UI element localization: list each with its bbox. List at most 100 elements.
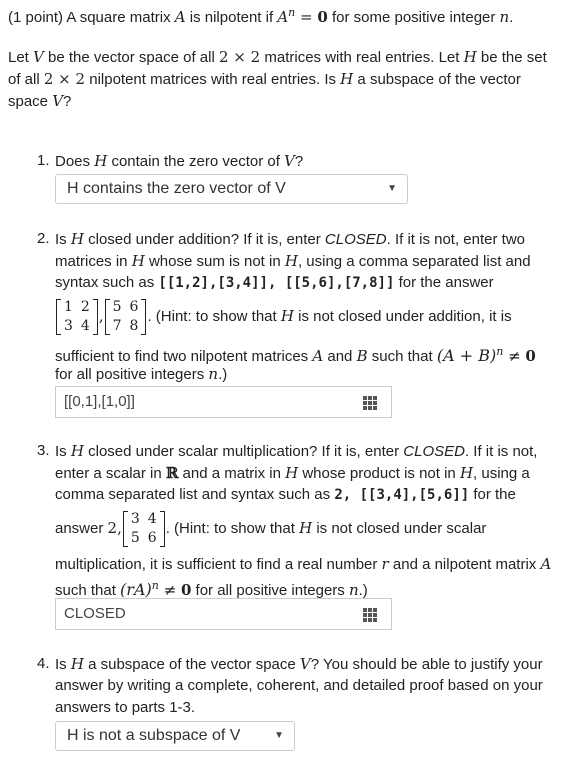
q3-line-5: multiplication, it is sufficient to find… bbox=[55, 553, 551, 576]
dropdown-arrow-icon: ▼ bbox=[387, 183, 397, 194]
q1-text: Does H contain the zero vector of V? bbox=[55, 150, 303, 173]
q3-line-2: enter a scalar in ℝ and a matrix in H wh… bbox=[55, 462, 530, 485]
q3-text: such that bbox=[55, 582, 121, 599]
math-V: V bbox=[33, 48, 44, 66]
q4-line-1: Is H a subspace of the vector space V? Y… bbox=[55, 653, 543, 676]
math-A: A bbox=[174, 8, 186, 26]
q3-number: 3. bbox=[37, 442, 50, 459]
math-A: A bbox=[312, 347, 324, 365]
equation-editor-icon[interactable] bbox=[363, 396, 377, 410]
q3-text: answer bbox=[55, 520, 108, 537]
q2-text: for all positive integers bbox=[55, 366, 209, 383]
q3-text: closed under scalar multiplication? If i… bbox=[83, 443, 404, 460]
math-eq: = bbox=[295, 8, 318, 26]
example-matrix: 3456 bbox=[122, 510, 165, 548]
math-expression: (rA) bbox=[120, 580, 152, 599]
problem-intro: (1 point) A square matrix A is nilpotent… bbox=[8, 2, 513, 29]
setup-text: a subspace of the vector bbox=[353, 71, 521, 88]
q2-text: Is bbox=[55, 231, 71, 248]
q2-text: matrices in bbox=[55, 253, 132, 270]
example-matrix-1: 1234 bbox=[56, 298, 98, 336]
q4-text: ? You should be able to justify your bbox=[310, 656, 543, 673]
q3-text: multiplication, it is sufficient to find… bbox=[55, 556, 382, 573]
q1-number: 1. bbox=[37, 152, 50, 169]
math-expression: (A + B) bbox=[436, 346, 497, 365]
q4-answer-select[interactable]: H is not a subspace of V ▼ bbox=[55, 721, 295, 751]
q3-text: whose product is not in bbox=[298, 465, 460, 482]
closed-keyword: CLOSED bbox=[403, 443, 465, 460]
setup-text: of all bbox=[8, 71, 44, 88]
math-H: H bbox=[285, 464, 299, 482]
q3-answer-input[interactable]: CLOSED bbox=[55, 598, 392, 630]
matrix-entry: 3 bbox=[130, 511, 140, 528]
q3-text: and a nilpotent matrix bbox=[388, 556, 541, 573]
q4-selected-value: H is not a subspace of V bbox=[67, 727, 241, 744]
math-n: n bbox=[499, 8, 510, 26]
q3-text: and a matrix in bbox=[178, 465, 286, 482]
q2-text: closed under addition? If it is, enter bbox=[83, 231, 325, 248]
math-B: B bbox=[356, 347, 368, 365]
setup-line-1: Let V be the vector space of all 2 × 2 m… bbox=[8, 46, 547, 69]
q3-text: , using a bbox=[473, 465, 530, 482]
math-H: H bbox=[70, 442, 84, 460]
math-H: H bbox=[284, 252, 298, 270]
q3-text: for all positive integers bbox=[191, 582, 349, 599]
math-n: n bbox=[208, 365, 219, 383]
q1-selected-value: H contains the zero vector of V bbox=[67, 180, 286, 197]
q3-text: .) bbox=[358, 582, 368, 599]
q1-answer-select[interactable]: H contains the zero vector of V ▼ bbox=[55, 174, 408, 204]
math-V: V bbox=[52, 92, 64, 110]
q2-input-value: [[0,1],[1,0]] bbox=[64, 393, 135, 410]
q2-line-1: Is H closed under addition? If it is, en… bbox=[55, 228, 525, 251]
matrix-entry: 4 bbox=[80, 318, 90, 335]
math-A: A bbox=[277, 8, 289, 26]
setup-text: be the vector space of all bbox=[43, 49, 219, 66]
q3-text: . (Hint: to show that bbox=[165, 520, 300, 537]
math-H: H bbox=[299, 519, 313, 537]
q3-line-4: answer 2, 3 4 5 6. (Hint: to show that H is … bbox=[55, 506, 486, 551]
math-zero: 0 bbox=[317, 8, 328, 26]
closed-keyword: CLOSED bbox=[324, 231, 387, 248]
syntax-example: [[1,2],[3,4]], [[5,6],[7,8]] bbox=[158, 275, 395, 291]
setup-line-2: of all 2 × 2 nilpotent matrices with rea… bbox=[8, 68, 521, 91]
intro-text: (1 point) A square matrix bbox=[8, 9, 175, 26]
matrix-entry: 6 bbox=[147, 530, 157, 547]
matrix-entry: 6 bbox=[129, 299, 139, 316]
q2-answer-input[interactable]: [[0,1],[1,0]] bbox=[55, 386, 392, 418]
matrix-entry: 1 bbox=[64, 299, 73, 316]
q3-line-1: Is H closed under scalar multiplication?… bbox=[55, 440, 537, 463]
q2-text: and bbox=[323, 348, 357, 365]
q2-line-3: syntax such as [[1,2],[3,4]], [[5,6],[7,… bbox=[55, 272, 494, 294]
dropdown-arrow-icon: ▼ bbox=[274, 730, 284, 741]
math-H: H bbox=[131, 252, 145, 270]
math-H: H bbox=[459, 464, 474, 482]
intro-text: for some positive integer bbox=[327, 9, 500, 26]
math-dims: 2 × 2 bbox=[43, 70, 86, 88]
q3-text: for the bbox=[469, 486, 516, 503]
math-H: H bbox=[70, 230, 84, 248]
math-A: A bbox=[540, 555, 552, 573]
math-zero: 0 bbox=[180, 581, 192, 599]
q4-text: Is bbox=[55, 656, 71, 673]
q2-line-2: matrices in H whose sum is not in H, usi… bbox=[55, 250, 531, 273]
math-n: n bbox=[348, 581, 359, 599]
equation-editor-icon[interactable] bbox=[363, 608, 377, 622]
math-H: H bbox=[94, 152, 108, 170]
syntax-example: 2, [[3,4],[5,6]] bbox=[334, 487, 470, 503]
setup-text: space bbox=[8, 93, 53, 110]
matrix-entry: 5 bbox=[130, 530, 140, 547]
math-H: H bbox=[340, 70, 354, 88]
intro-text: . bbox=[509, 9, 514, 26]
q2-text: whose sum is not in bbox=[144, 253, 285, 270]
q2-text: such that bbox=[367, 348, 437, 365]
math-neq: ≠ bbox=[503, 347, 526, 365]
intro-text: is nilpotent if bbox=[185, 9, 278, 26]
setup-line-3: space V? bbox=[8, 90, 71, 113]
matrix-entry: 3 bbox=[64, 318, 73, 335]
q2-text: . If it is not, enter two bbox=[386, 231, 526, 248]
matrix-entry: 5 bbox=[112, 299, 122, 316]
math-zero: 0 bbox=[525, 347, 536, 365]
q3-text: is not closed under scalar bbox=[312, 520, 487, 537]
q4-number: 4. bbox=[37, 655, 50, 672]
q2-text: for the answer bbox=[394, 274, 494, 291]
